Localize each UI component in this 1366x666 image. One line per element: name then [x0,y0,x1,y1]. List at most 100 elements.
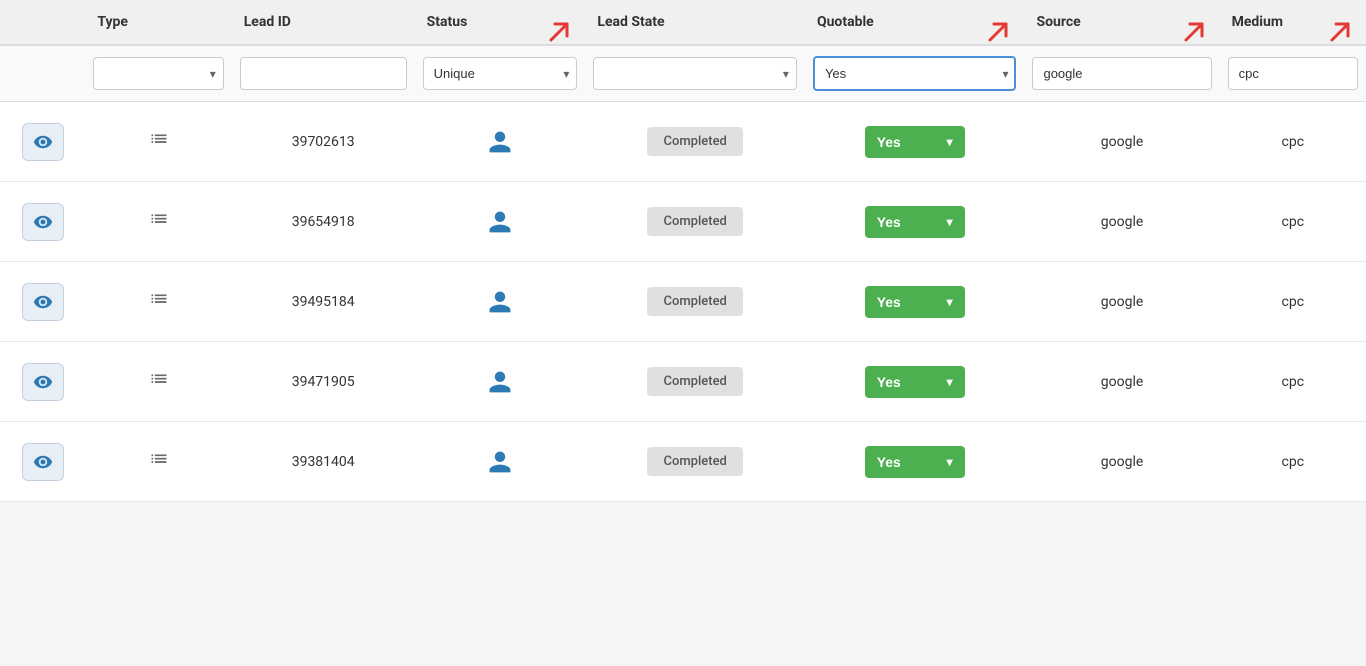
quotable-yes-label: Yes [877,294,901,310]
header-row: Type Lead ID Status Lead State Quotable … [0,0,1366,45]
quotable-yes-dropdown[interactable]: Yes ▾ [865,126,965,158]
completed-badge: Completed [647,287,742,316]
medium-value: cpc [1282,454,1305,470]
type-cell [85,102,231,182]
status-cell [415,182,586,262]
medium-value: cpc [1282,294,1305,310]
source-cell: google [1024,182,1219,262]
medium-cell: cpc [1220,262,1366,342]
quotable-dropdown-chevron-icon: ▾ [947,295,953,309]
quotable-yes-dropdown[interactable]: Yes ▾ [865,206,965,238]
type-cell [85,182,231,262]
medium-value: cpc [1282,214,1305,230]
source-value: google [1101,214,1144,230]
medium-cell: cpc [1220,182,1366,262]
filter-action-cell [0,45,85,102]
type-cell [85,422,231,502]
type-filter-wrapper: ▾ [93,57,223,90]
col-header-action [0,0,85,45]
filter-source-cell [1024,45,1219,102]
quotable-dropdown-chevron-icon: ▾ [947,215,953,229]
view-button[interactable] [22,123,64,161]
medium-value: cpc [1282,374,1305,390]
lead-id-value: 39495184 [292,294,355,310]
person-icon [487,369,513,395]
leadid-cell: 39654918 [232,182,415,262]
source-red-arrow [1178,16,1210,52]
quotable-yes-dropdown[interactable]: Yes ▾ [865,366,965,398]
filter-medium-cell [1220,45,1366,102]
source-filter-input[interactable] [1032,57,1211,90]
lead-id-value: 39702613 [292,134,355,150]
list-icon [149,292,169,312]
completed-badge: Completed [647,207,742,236]
action-cell [0,342,85,422]
quotable-cell: Yes ▾ [805,342,1025,422]
filter-type-cell: ▾ [85,45,231,102]
leadstate-cell: Completed [585,182,805,262]
medium-cell: cpc [1220,342,1366,422]
leadid-filter-input[interactable] [240,57,407,90]
leadstate-filter-select[interactable] [593,57,797,90]
action-cell [0,102,85,182]
view-button[interactable] [22,203,64,241]
table-row: 39702613 Completed Yes ▾ [0,102,1366,182]
action-cell [0,422,85,502]
status-cell [415,262,586,342]
quotable-dropdown-chevron-icon: ▾ [947,375,953,389]
medium-cell: cpc [1220,102,1366,182]
table-row: 39471905 Completed Yes ▾ [0,342,1366,422]
leadid-cell: 39471905 [232,342,415,422]
data-table: Type Lead ID Status Lead State Quotable … [0,0,1366,502]
medium-cell: cpc [1220,422,1366,502]
filter-leadid-cell [232,45,415,102]
leadstate-cell: Completed [585,342,805,422]
view-button[interactable] [22,443,64,481]
view-button[interactable] [22,283,64,321]
view-button[interactable] [22,363,64,401]
action-cell [0,182,85,262]
table-body: 39702613 Completed Yes ▾ [0,102,1366,502]
leadstate-filter-wrapper: ▾ [593,57,797,90]
person-icon [487,449,513,475]
eye-icon [33,132,53,152]
leadid-cell: 39702613 [232,102,415,182]
list-icon [149,132,169,152]
status-filter-select[interactable]: Unique [423,57,578,90]
source-cell: google [1024,262,1219,342]
filter-row: ▾ Unique ▾ [0,45,1366,102]
table-row: 39495184 Completed Yes ▾ [0,262,1366,342]
list-icon [149,452,169,472]
quotable-filter-select[interactable]: Yes No [813,56,1017,91]
quotable-cell: Yes ▾ [805,422,1025,502]
leadstate-cell: Completed [585,102,805,182]
medium-value: cpc [1282,134,1305,150]
status-cell [415,422,586,502]
medium-red-arrow [1324,16,1356,52]
quotable-yes-label: Yes [877,454,901,470]
quotable-cell: Yes ▾ [805,102,1025,182]
list-icon [149,372,169,392]
person-icon [487,289,513,315]
lead-id-value: 39381404 [292,454,355,470]
quotable-yes-dropdown[interactable]: Yes ▾ [865,286,965,318]
source-value: google [1101,374,1144,390]
quotable-cell: Yes ▾ [805,262,1025,342]
status-cell [415,102,586,182]
status-filter-wrapper: Unique ▾ [423,57,578,90]
source-value: google [1101,294,1144,310]
type-filter-select[interactable] [93,57,223,90]
source-value: google [1101,134,1144,150]
eye-icon [33,292,53,312]
leadstate-cell: Completed [585,262,805,342]
type-cell [85,342,231,422]
status-red-arrow [543,16,575,52]
medium-filter-input[interactable] [1228,57,1358,90]
source-cell: google [1024,342,1219,422]
source-value: google [1101,454,1144,470]
source-cell: google [1024,102,1219,182]
quotable-red-arrow [982,16,1014,52]
leadid-cell: 39381404 [232,422,415,502]
quotable-yes-dropdown[interactable]: Yes ▾ [865,446,965,478]
quotable-dropdown-chevron-icon: ▾ [947,455,953,469]
